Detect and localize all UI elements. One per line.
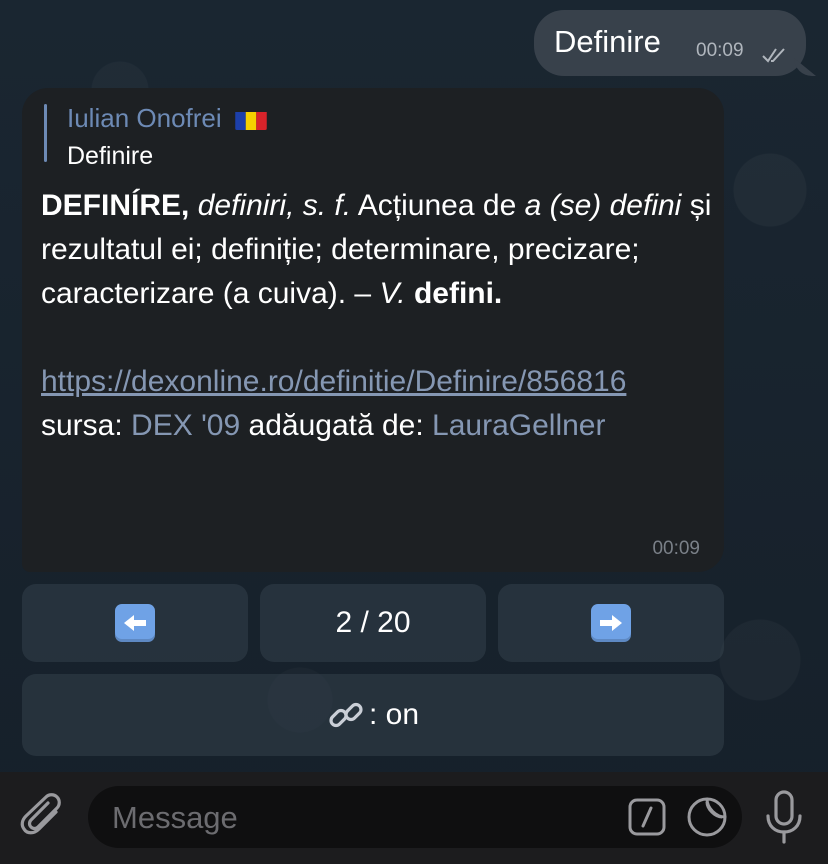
previous-page-button[interactable] — [22, 584, 248, 662]
dexonline-link[interactable]: https://dexonline.ro/definitie/Definire/… — [41, 365, 626, 398]
reply-author[interactable]: Iulian Onofrei — [67, 103, 267, 134]
next-page-button[interactable] — [498, 584, 724, 662]
reply-quoted-text: Definire — [67, 142, 154, 170]
outgoing-message-text: Definire — [554, 24, 661, 59]
chat-area: Definire 00:09 Iulian Onofrei Definire D… — [0, 0, 828, 772]
reference-marker: V. — [379, 277, 406, 310]
message-field[interactable] — [88, 786, 742, 850]
message-input-bar — [0, 772, 828, 864]
double-check-icon — [762, 48, 785, 63]
outgoing-message-time: 00:09 — [696, 40, 744, 61]
source-name-link[interactable]: DEX '09 — [131, 409, 240, 442]
reply-quote-bar — [44, 104, 47, 162]
message-input[interactable] — [110, 786, 614, 850]
reference-word: defini. — [413, 277, 503, 310]
right-arrow-icon — [591, 604, 631, 642]
page-indicator: 2 / 20 — [335, 606, 411, 639]
link-toggle-state: : on — [368, 698, 420, 731]
sticker-icon[interactable] — [686, 796, 728, 838]
incoming-message-time: 00:09 — [652, 538, 700, 559]
part-of-speech: s. f. — [302, 189, 352, 222]
added-by-link[interactable]: LauraGellner — [432, 409, 605, 442]
left-arrow-icon — [115, 604, 155, 642]
outgoing-message-bubble[interactable]: Definire 00:09 — [534, 10, 806, 76]
plural-form: definiri, — [197, 189, 295, 222]
incoming-message-bubble[interactable]: Iulian Onofrei Definire DEFINÍRE, defini… — [22, 88, 724, 572]
reply-author-name: Iulian Onofrei — [67, 103, 222, 133]
link-icon — [329, 702, 363, 728]
link-toggle-button[interactable]: : on — [22, 674, 724, 756]
paperclip-icon[interactable] — [20, 792, 66, 842]
definition-text: DEFINÍRE, definiri, s. f. Acțiunea de a … — [41, 184, 713, 448]
definition-italic: a (se) defini — [524, 189, 682, 222]
bot-commands-icon[interactable] — [628, 798, 666, 836]
headword: DEFINÍRE, — [41, 189, 190, 222]
romania-flag-icon — [235, 109, 267, 130]
page-indicator-button[interactable]: 2 / 20 — [260, 584, 486, 662]
definition-part-1: Acțiunea de — [357, 189, 517, 222]
added-by-label: adăugată de: — [248, 409, 424, 442]
source-label: sursa: — [41, 409, 123, 442]
microphone-icon[interactable] — [764, 790, 804, 846]
